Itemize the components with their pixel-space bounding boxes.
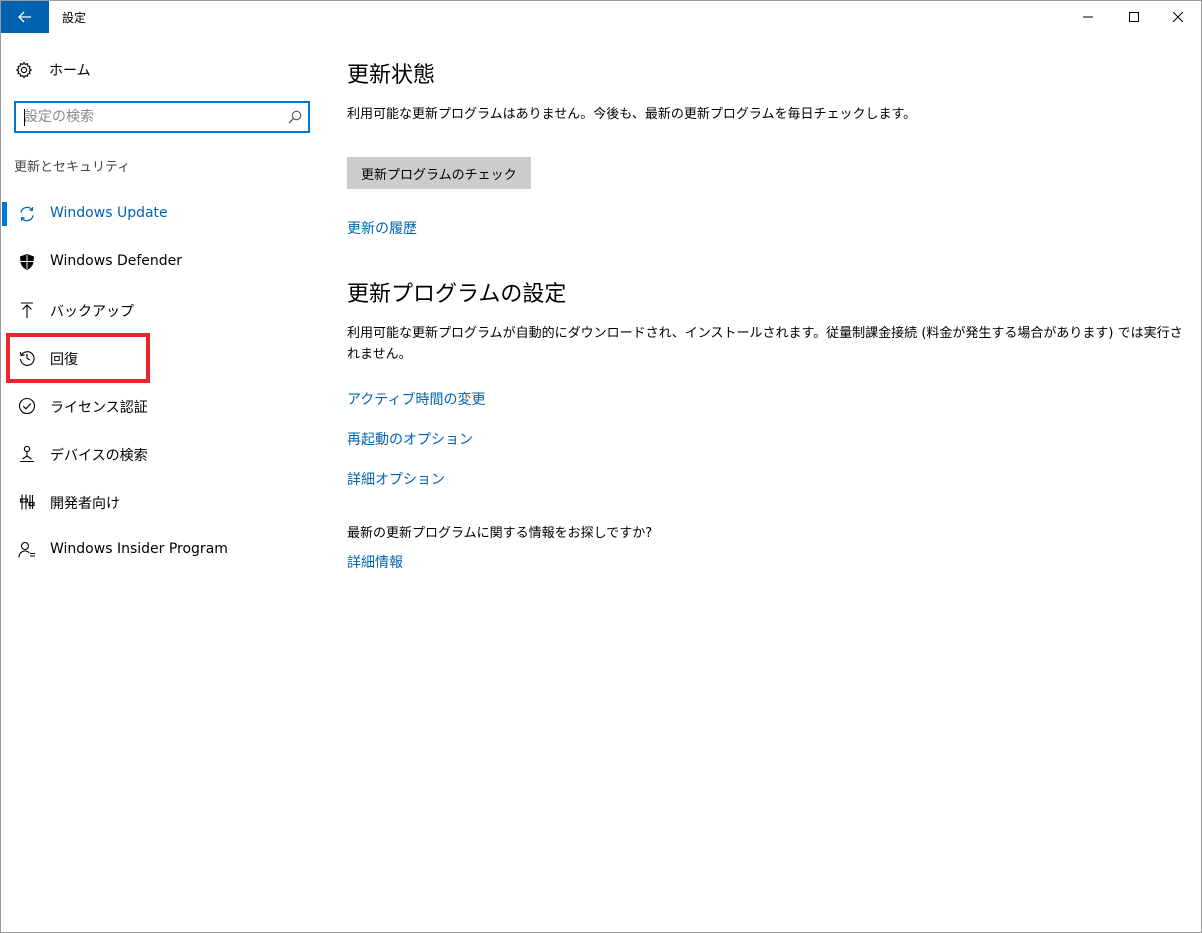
update-settings-text: 利用可能な更新プログラムが自動的にダウンロードされ、インストールされます。従量制… [347,326,1183,362]
active-hours-link[interactable]: アクティブ時間の変更 [347,389,485,409]
back-button[interactable] [1,1,49,33]
sidebar-item-label: バックアップ [50,304,134,320]
sync-icon [17,204,37,224]
person-location-icon [17,444,37,464]
update-status-text: 利用可能な更新プログラムはありません。今後も、最新の更新プログラムを毎日チェック… [347,107,917,122]
window-title: 設定 [62,11,87,25]
search-icon[interactable] [288,110,302,124]
maximize-button[interactable] [1111,1,1157,33]
sidebar-item-backup[interactable]: バックアップ [1,290,301,330]
back-arrow-icon [18,11,31,23]
title-bar: 設定 [1,1,1201,33]
sidebar-item-for-developers[interactable]: 開発者向け [1,482,301,522]
close-icon [1173,12,1183,22]
maximize-icon [1129,12,1139,22]
settings-window: 設定 ホーム 更新とセキュリティ [0,0,1202,933]
highlight-annotation [6,333,150,383]
update-status-heading: 更新状態 [347,63,436,88]
minimize-icon [1083,16,1093,18]
sidebar-item-windows-defender[interactable]: Windows Defender [1,242,301,282]
restart-options-link[interactable]: 再起動のオプション [347,429,473,449]
gear-icon [16,61,32,79]
sidebar-item-label: ライセンス認証 [50,400,148,416]
settings-search[interactable] [14,101,310,133]
home-label: ホーム [49,63,91,79]
active-indicator [2,202,7,226]
sidebar-item-label: デバイスの検索 [50,448,148,464]
sidebar-item-find-my-device[interactable]: デバイスの検索 [1,434,301,474]
check-circle-icon [17,396,37,416]
sidebar-home[interactable]: ホーム [15,59,91,81]
close-button[interactable] [1155,1,1201,33]
advanced-options-link[interactable]: 詳細オプション [347,469,445,489]
shield-icon [17,252,37,272]
insider-person-icon [17,540,37,560]
sidebar-item-label: Windows Update [50,205,168,221]
sidebar-item-windows-insider[interactable]: Windows Insider Program [1,530,301,570]
check-for-updates-button[interactable]: 更新プログラムのチェック [347,157,531,189]
upload-arrow-icon [17,300,37,320]
more-info-link[interactable]: 詳細情報 [347,552,403,572]
sidebar-item-label: 開発者向け [50,496,120,512]
sidebar-item-label: Windows Insider Program [50,541,228,557]
sidebar-item-label: Windows Defender [50,253,183,269]
update-settings-heading: 更新プログラムの設定 [347,282,567,307]
section-label: 更新とセキュリティ [14,160,131,175]
update-history-link[interactable]: 更新の履歴 [347,218,417,238]
search-input[interactable] [24,107,274,127]
sidebar-item-activation[interactable]: ライセンス認証 [1,386,301,426]
minimize-button[interactable] [1065,1,1111,33]
sidebar-item-windows-update[interactable]: Windows Update [1,194,301,234]
info-question-text: 最新の更新プログラムに関する情報をお探しですか? [347,526,653,541]
developer-tools-icon [17,492,37,512]
